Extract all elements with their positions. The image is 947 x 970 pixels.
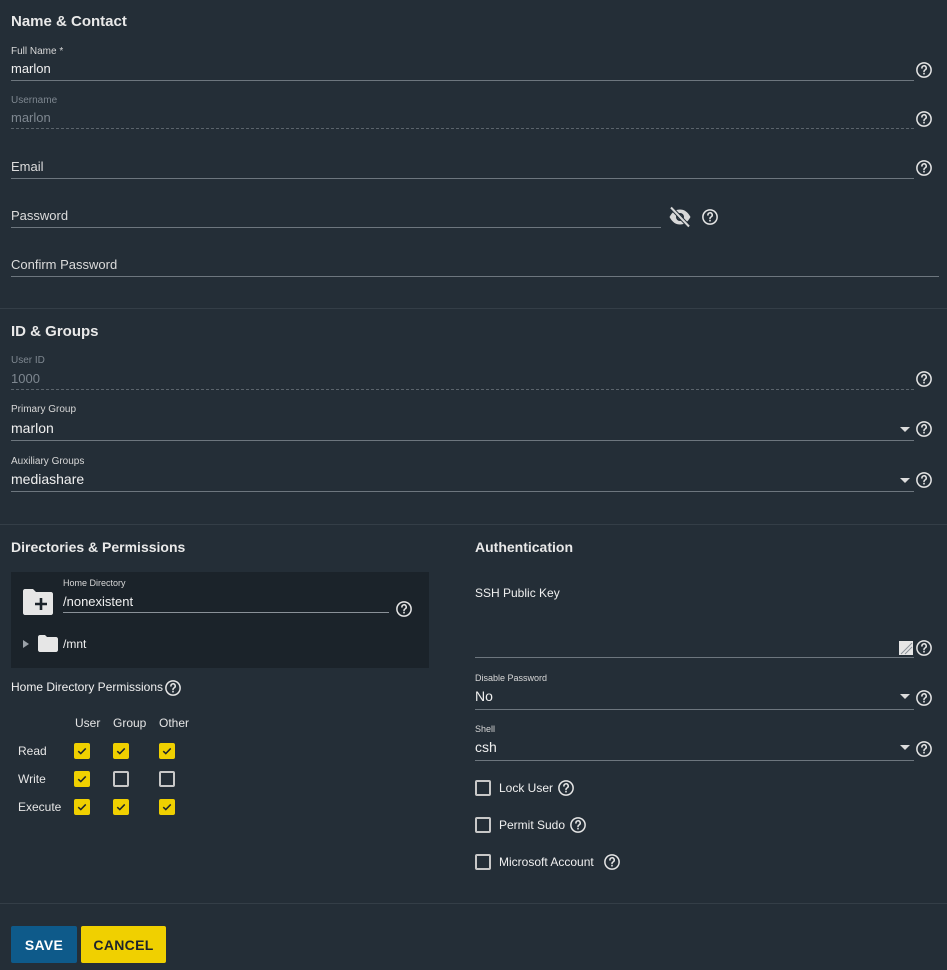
perm-column-user: User <box>75 716 101 730</box>
permit-sudo-checkbox[interactable] <box>475 817 491 833</box>
ssh-key-help-icon[interactable] <box>915 639 933 657</box>
microsoft-account-checkbox[interactable] <box>475 854 491 870</box>
chevron-down-icon[interactable] <box>900 427 910 432</box>
section-divider <box>0 308 947 309</box>
home-directory-explorer: Home Directory /nonexistent /mnt <box>11 572 429 668</box>
disable-password-underline <box>475 709 914 710</box>
permissions-title: Home Directory Permissions <box>11 680 164 694</box>
section-title-id-groups: ID & Groups <box>11 323 99 340</box>
primary-group-help-icon[interactable] <box>915 420 933 438</box>
eye-off-icon[interactable] <box>668 206 692 228</box>
ssh-key-label: SSH Public Key <box>475 586 560 600</box>
username-underline <box>11 128 914 129</box>
perm-row-execute: Execute <box>18 800 62 814</box>
shell-help-icon[interactable] <box>915 740 933 758</box>
chevron-down-icon[interactable] <box>900 745 910 750</box>
perm-row-read: Read <box>18 744 47 758</box>
auxiliary-groups-label: Auxiliary Groups <box>11 456 85 467</box>
shell-underline <box>475 760 914 761</box>
perm-write-other-checkbox[interactable] <box>159 771 175 787</box>
home-directory-label: Home Directory <box>63 578 126 588</box>
full-name-underline <box>11 80 914 81</box>
shell-label: Shell <box>475 724 496 734</box>
cancel-button[interactable]: CANCEL <box>81 926 166 963</box>
full-name-help-icon[interactable] <box>915 61 933 79</box>
password-input[interactable]: Password <box>11 208 656 226</box>
section-divider <box>0 524 947 525</box>
lock-user-help-icon[interactable] <box>557 779 575 797</box>
user-id-underline <box>11 389 914 390</box>
permit-sudo-label: Permit Sudo <box>499 818 566 832</box>
disable-password-select[interactable]: No <box>475 688 895 706</box>
auxiliary-groups-underline <box>11 491 914 492</box>
user-id-label: User ID <box>11 355 45 366</box>
password-help-icon[interactable] <box>701 208 719 226</box>
section-title-directories: Directories & Permissions <box>11 539 186 555</box>
primary-group-underline <box>11 440 914 441</box>
perm-execute-group-checkbox[interactable] <box>113 799 129 815</box>
microsoft-account-label: Microsoft Account <box>499 855 594 869</box>
shell-select[interactable]: csh <box>475 739 895 757</box>
perm-write-group-checkbox[interactable] <box>113 771 129 787</box>
perm-execute-user-checkbox[interactable] <box>74 799 90 815</box>
permissions-help-icon[interactable] <box>164 679 182 697</box>
perm-read-group-checkbox[interactable] <box>113 743 129 759</box>
perm-column-other: Other <box>159 716 190 730</box>
perm-row-write: Write <box>18 772 46 786</box>
ssh-key-underline <box>475 657 914 658</box>
chevron-down-icon[interactable] <box>900 478 910 483</box>
home-directory-input[interactable]: /nonexistent <box>63 594 383 612</box>
confirm-password-input[interactable]: Confirm Password <box>11 257 931 275</box>
username-input: marlon <box>11 110 51 125</box>
perm-write-user-checkbox[interactable] <box>74 771 90 787</box>
perm-execute-other-checkbox[interactable] <box>159 799 175 815</box>
perm-read-other-checkbox[interactable] <box>159 743 175 759</box>
confirm-password-underline <box>11 276 939 277</box>
username-label: Username <box>11 95 58 106</box>
ssh-key-textarea[interactable] <box>475 604 914 656</box>
perm-read-user-checkbox[interactable] <box>74 743 90 759</box>
section-title-authentication: Authentication <box>475 539 573 555</box>
primary-group-select[interactable]: marlon <box>11 420 891 438</box>
user-id-input: 1000 <box>11 371 40 386</box>
home-directory-underline <box>63 612 389 613</box>
auxiliary-groups-select[interactable]: mediashare <box>11 471 891 489</box>
home-directory-help-icon[interactable] <box>395 600 413 618</box>
microsoft-account-help-icon[interactable] <box>603 853 621 871</box>
perm-column-group: Group <box>113 716 147 730</box>
permit-sudo-help-icon[interactable] <box>569 816 587 834</box>
email-underline <box>11 178 914 179</box>
section-divider <box>0 903 947 904</box>
username-help-icon[interactable] <box>915 110 933 128</box>
full-name-label: Full Name * <box>11 46 64 57</box>
section-title-name-contact: Name & Contact <box>11 13 127 30</box>
tree-item-mnt[interactable]: /mnt <box>63 637 86 651</box>
chevron-down-icon[interactable] <box>900 694 910 699</box>
disable-password-label: Disable Password <box>475 673 548 683</box>
folder-add-icon[interactable] <box>22 588 54 616</box>
email-input[interactable]: Email <box>11 159 911 177</box>
lock-user-checkbox[interactable] <box>475 780 491 796</box>
disable-password-help-icon[interactable] <box>915 689 933 707</box>
lock-user-label: Lock User <box>499 781 554 795</box>
primary-group-label: Primary Group <box>11 404 77 415</box>
save-button[interactable]: SAVE <box>11 926 77 963</box>
auxiliary-groups-help-icon[interactable] <box>915 471 933 489</box>
user-id-help-icon[interactable] <box>915 370 933 388</box>
email-help-icon[interactable] <box>915 159 933 177</box>
resize-handle-icon[interactable] <box>899 641 913 655</box>
folder-icon[interactable] <box>38 635 58 652</box>
password-underline <box>11 227 661 228</box>
full-name-input[interactable]: marlon <box>11 61 911 79</box>
expand-arrow-icon[interactable] <box>23 640 29 648</box>
